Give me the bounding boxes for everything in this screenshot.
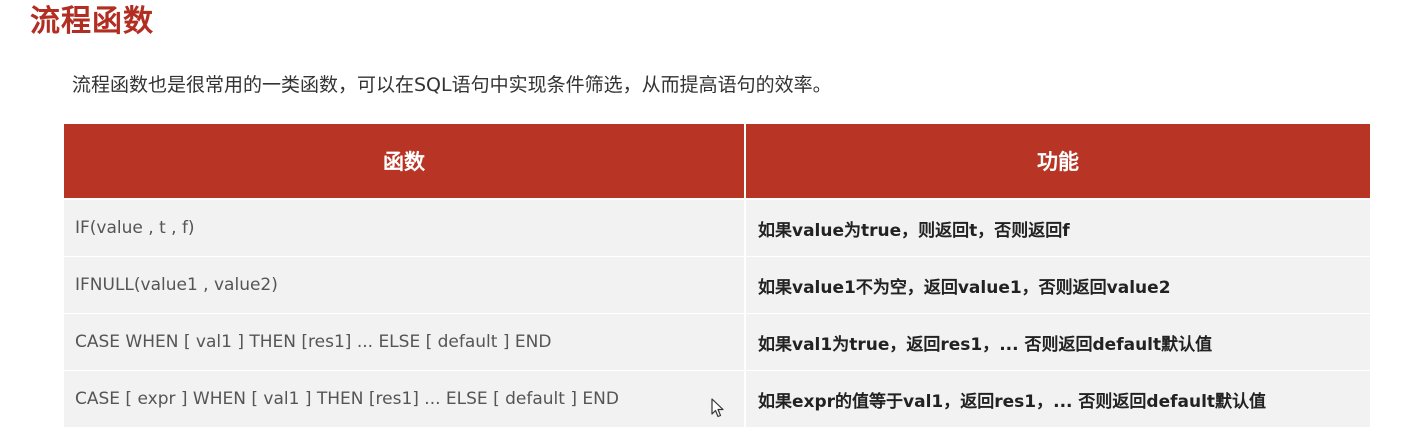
function-description: 如果expr的值等于val1，返回res1，... 否则返回default默认值 — [744, 370, 1370, 427]
function-signature: IFNULL(value1 , value2) — [64, 256, 745, 314]
page-title: 流程函数 — [30, 4, 154, 39]
function-signature: CASE [ expr ] WHEN [ val1 ] THEN [res1] … — [64, 370, 745, 427]
function-description: 如果val1为true，返回res1，... 否则返回default默认值 — [744, 313, 1370, 371]
function-description: 如果value为true，则返回t，否则返回f — [744, 198, 1370, 257]
table-row: CASE WHEN [ val1 ] THEN [res1] ... ELSE … — [64, 313, 1370, 371]
mouse-pointer-icon — [711, 398, 724, 418]
table-header-row: 函数 功能 — [64, 124, 1370, 199]
function-signature: IF(value , t , f) — [64, 198, 745, 257]
intro-paragraph: 流程函数也是很常用的一类函数，可以在SQL语句中实现条件筛选，从而提高语句的效率… — [72, 74, 832, 96]
function-table: 函数 功能 IF(value , t , f) 如果value为true，则返回… — [64, 124, 1370, 427]
column-header-description: 功能 — [744, 124, 1370, 199]
table-row: IFNULL(value1 , value2) 如果value1不为空，返回va… — [64, 256, 1370, 314]
table-row: IF(value , t , f) 如果value为true，则返回t，否则返回… — [64, 198, 1370, 257]
function-signature: CASE WHEN [ val1 ] THEN [res1] ... ELSE … — [64, 313, 745, 371]
column-header-function: 函数 — [64, 124, 745, 199]
function-description: 如果value1不为空，返回value1，否则返回value2 — [744, 256, 1370, 314]
